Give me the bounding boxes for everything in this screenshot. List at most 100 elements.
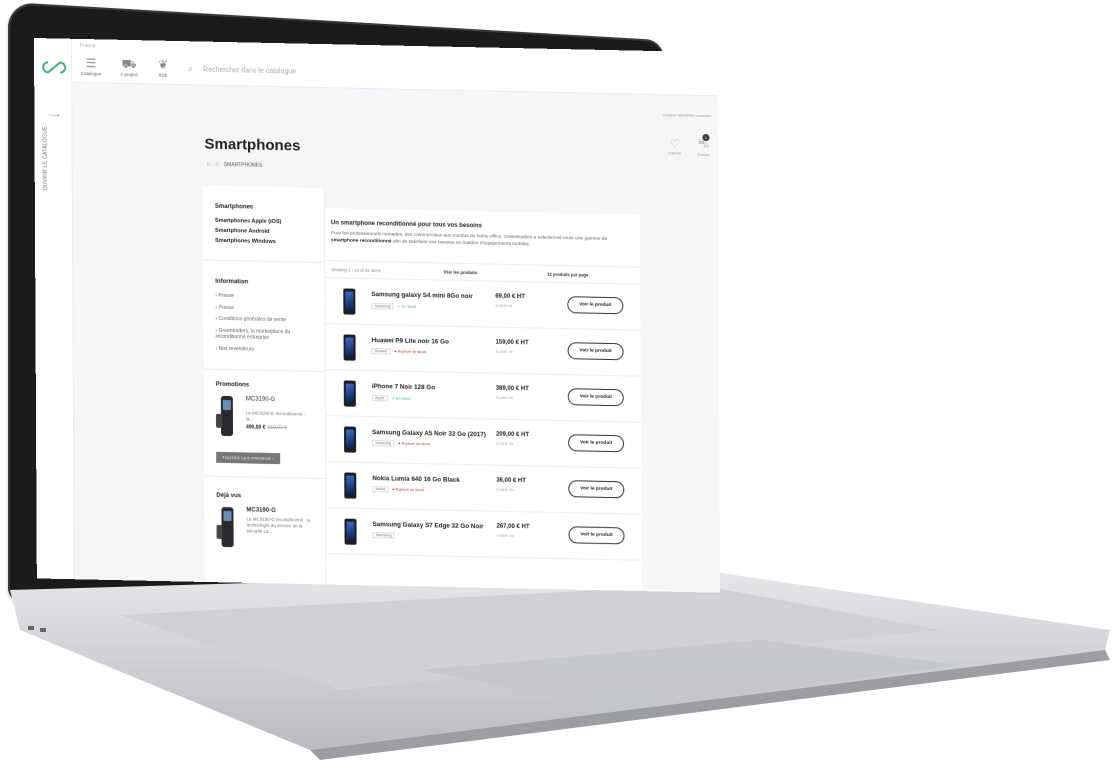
- wishlist-button[interactable]: ♡ Favoris: [668, 137, 681, 155]
- country-selector[interactable]: France: [80, 43, 96, 49]
- arrow-right-icon[interactable]: ⟶: [48, 110, 60, 119]
- cart-label: Panier: [697, 151, 710, 158]
- recently-viewed-item[interactable]: MC3190-G Le MC3190-G reconditionné : la …: [216, 506, 313, 549]
- view-product-button[interactable]: Voir le produit: [568, 480, 625, 499]
- per-page-select[interactable]: 12 produits par page: [547, 272, 588, 278]
- view-product-button[interactable]: Voir le produit: [567, 296, 624, 315]
- product-row[interactable]: Samsung galaxy S4 mini 8Go noir Samsung …: [325, 280, 641, 331]
- product-name[interactable]: Samsung Galaxy S7 Edge 32 Go Noir: [372, 521, 483, 530]
- category-link[interactable]: Smartphone Android: [215, 228, 312, 236]
- info-link[interactable]: › Nos revendeurs: [216, 345, 313, 354]
- info-link[interactable]: › Greentraders, la marketplace du recond…: [215, 327, 312, 342]
- search-placeholder: Rechercher dans le catalogue: [203, 66, 297, 76]
- promotions-section: Promotions MC3190-G Le MC3190-G recondit…: [203, 369, 326, 480]
- promo-name[interactable]: MC3190-G: [246, 396, 313, 403]
- page-title: Smartphones: [204, 135, 301, 155]
- intro-text: Pour les professionnels nomades, des com…: [331, 230, 626, 250]
- product-image[interactable]: [343, 288, 356, 315]
- search-icon: ⌕: [188, 63, 194, 74]
- categories-title[interactable]: Smartphones: [215, 204, 312, 212]
- brand-tag[interactable]: Apple: [371, 395, 388, 402]
- info-link-label: Conditions générales de vente: [218, 315, 287, 324]
- product-price: 389,00 € HT: [495, 385, 529, 393]
- product-image[interactable]: [344, 472, 357, 499]
- breadcrumb-separator: //: [215, 161, 219, 168]
- nav-catalogue-button[interactable]: ☰ Catalogue: [76, 55, 106, 86]
- info-link[interactable]: › Conditions générales de vente: [215, 316, 312, 325]
- brand-tag[interactable]: Samsung: [372, 440, 395, 447]
- brand-tag[interactable]: Samsung: [372, 532, 395, 539]
- product-price: 36,00 € HT: [496, 477, 526, 485]
- nav-label: RSE: [158, 72, 168, 78]
- category-link[interactable]: Smartphones Windows: [215, 238, 312, 246]
- product-row[interactable]: Samsung Galaxy S7 Edge 32 Go Noir Samsun…: [326, 510, 642, 561]
- logo-icon[interactable]: [41, 60, 67, 75]
- all-promos-button[interactable]: TOUTES LES PROMOS ›: [216, 451, 281, 465]
- product-image[interactable]: [343, 426, 357, 453]
- wishlist-label: Favoris: [668, 150, 682, 156]
- categories-section: Smartphones Smartphones Apple (iOS) Smar…: [202, 185, 325, 264]
- breadcrumb: ⌂ // SMARTPHONES: [207, 162, 263, 169]
- product-name[interactable]: Huawei P9 Lite noir 16 Go: [372, 337, 449, 346]
- product-row[interactable]: Huawei P9 Lite noir 16 Go Huawei ● Ruptu…: [325, 326, 641, 377]
- view-product-button[interactable]: Voir le produit: [567, 388, 624, 407]
- product-image[interactable]: [343, 380, 356, 407]
- home-icon[interactable]: ⌂: [207, 162, 211, 168]
- product-name[interactable]: Samsung galaxy S4 mini 8Go noir: [371, 291, 473, 300]
- product-image[interactable]: [344, 518, 357, 545]
- product-row[interactable]: Nokia Lumia 640 16 Go Black Nokia ● Rupt…: [326, 464, 642, 515]
- laptop-base: [0, 560, 1115, 760]
- brand-tag[interactable]: Samsung: [371, 303, 394, 310]
- product-name[interactable]: iPhone 7 Noir 128 Go: [372, 383, 435, 391]
- product-tags: Samsung: [372, 532, 398, 539]
- info-link-label: Presse: [218, 292, 234, 300]
- information-section: Information › Presse › Presse › Conditio…: [203, 260, 325, 373]
- information-title: Information: [215, 278, 249, 286]
- view-product-button[interactable]: Voir le produit: [567, 342, 624, 361]
- promo-price: 490,00 €550,00 €: [246, 424, 313, 431]
- product-name[interactable]: Samsung Galaxy A5 Noir 32 Go (2017): [372, 429, 486, 438]
- screen: ⟶ Ouvrir le catalogue France ☰ Catalogue…: [34, 38, 720, 593]
- price-from-label: à partir de: [496, 533, 514, 539]
- open-catalogue-label[interactable]: Ouvrir le catalogue: [42, 126, 48, 190]
- price-from-label: à partir de: [495, 303, 513, 309]
- promo-item[interactable]: MC3190-G Le MC3190-G reconditionné : la.…: [215, 395, 313, 438]
- intro-text-bold: smartphone reconditionné: [331, 238, 392, 245]
- product-price: 209,00 € HT: [496, 431, 530, 439]
- product-rows: Samsung galaxy S4 mini 8Go noir Samsung …: [325, 208, 642, 561]
- sort-select[interactable]: Trier les produits: [443, 270, 477, 276]
- search-input[interactable]: ⌕ Rechercher dans le catalogue: [188, 63, 296, 76]
- product-row[interactable]: iPhone 7 Noir 128 Go Apple ✓ En stock 38…: [325, 372, 641, 423]
- info-link[interactable]: › Presse: [215, 293, 312, 302]
- product-price: 69,00 € HT: [495, 293, 526, 301]
- promo-old-price: 550,00 €: [267, 424, 287, 432]
- nav-label: A propos: [120, 71, 139, 78]
- promotions-title: Promotions: [215, 381, 250, 389]
- intro-text-end: afin de satisfaire vos besoins en matièr…: [391, 239, 531, 248]
- sidebar: Smartphones Smartphones Apple (iOS) Smar…: [202, 185, 327, 589]
- product-tags: Samsung ✓ En stock: [371, 303, 416, 310]
- product-image[interactable]: [343, 334, 356, 361]
- info-link-label: Nos revendeurs: [218, 345, 254, 353]
- intro-title: Un smartphone reconditionné pour tous vo…: [330, 220, 482, 230]
- brand-tag[interactable]: Nokia: [372, 486, 389, 493]
- product-tags: Samsung ● Rupture de stock: [372, 440, 430, 447]
- product-list: Un smartphone reconditionné pour tous vo…: [324, 208, 642, 593]
- hamburger-icon: ☰: [85, 56, 97, 71]
- top-links[interactable]: Livraison Newsletter-connexion: [663, 113, 712, 118]
- promo-desc: Le MC3190-G reconditionné : la...: [245, 410, 305, 422]
- category-link[interactable]: Smartphones Apple (iOS): [215, 218, 312, 226]
- product-row[interactable]: Samsung Galaxy A5 Noir 32 Go (2017) Sams…: [325, 418, 642, 469]
- view-product-button[interactable]: Voir le produit: [568, 434, 625, 453]
- view-product-button[interactable]: Voir le produit: [568, 526, 625, 545]
- product-tags: Huawei ● Rupture de stock: [371, 348, 426, 355]
- product-name[interactable]: Nokia Lumia 640 16 Go Black: [372, 475, 460, 484]
- info-link[interactable]: › Presse: [215, 304, 312, 313]
- seen-name[interactable]: MC3190-G: [246, 507, 313, 514]
- nav-rse-button[interactable]: ❦ RSE: [148, 56, 178, 87]
- nav-about-button[interactable]: ⛟ A propos: [114, 56, 144, 87]
- car-icon: ⛟: [121, 56, 137, 72]
- info-link-label: Presse: [218, 304, 235, 311]
- brand-tag[interactable]: Huawei: [371, 348, 391, 355]
- price-from-label: à partir de: [495, 395, 513, 401]
